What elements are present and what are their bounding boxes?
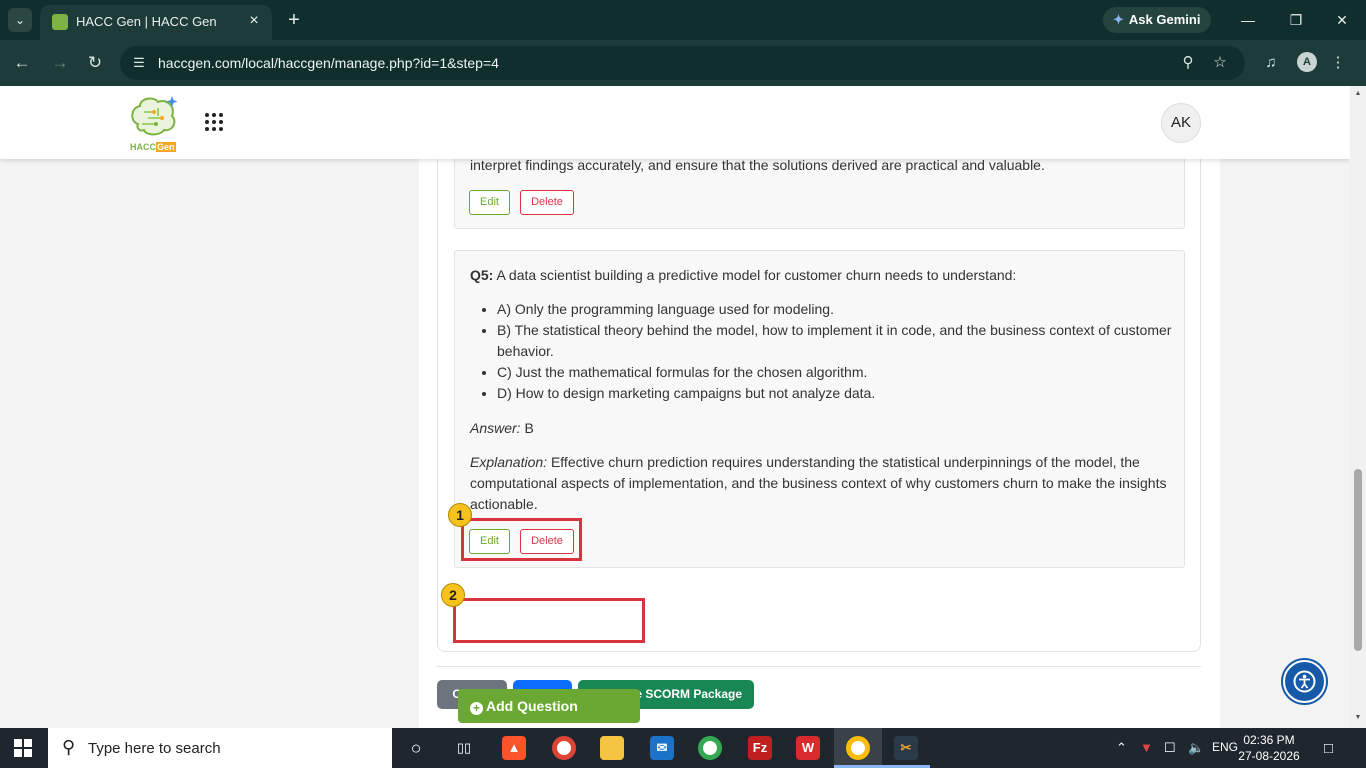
- zoom-icon[interactable]: ⚲: [1178, 53, 1198, 73]
- question-text: Q5: A data scientist building a predicti…: [470, 265, 1170, 286]
- ask-gemini-button[interactable]: ✦ Ask Gemini: [1103, 7, 1211, 33]
- question-stem: A data scientist building a predictive m…: [493, 267, 1017, 283]
- tab-close-icon[interactable]: ×: [244, 11, 264, 31]
- browser-tab[interactable]: HACC Gen | HACC Gen ×: [40, 5, 272, 40]
- task-view-icon[interactable]: ▯▯: [452, 736, 476, 760]
- questions-panel: interpret findings accurately, and ensur…: [437, 86, 1201, 652]
- search-icon: ⚲: [62, 737, 76, 757]
- new-tab-plus-icon[interactable]: +: [282, 8, 306, 32]
- apps-grid-icon[interactable]: [205, 113, 225, 133]
- network-icon[interactable]: ☐: [1164, 740, 1176, 756]
- site-header: HACCGen AK: [0, 86, 1350, 159]
- scroll-up-icon[interactable]: ▲: [1354, 90, 1362, 97]
- highlight-box-1: [461, 518, 582, 561]
- brain-circuit-icon: [131, 96, 178, 136]
- question-number: Q5:: [470, 267, 494, 283]
- answer-options: A) Only the programming language used fo…: [482, 299, 1172, 404]
- window-close-icon[interactable]: ✕: [1330, 8, 1354, 32]
- clock-time: 02:36 PM: [1243, 733, 1295, 747]
- browser-menu-icon[interactable]: ⋮: [1328, 53, 1348, 73]
- explanation-block: Explanation: Effective churn prediction …: [470, 452, 1170, 515]
- clock-date: 27-08-2026: [1238, 749, 1300, 763]
- accessibility-icon[interactable]: [1283, 660, 1326, 703]
- option-b: B) The statistical theory behind the mod…: [497, 320, 1172, 362]
- url-text[interactable]: haccgen.com/local/haccgen/manage.php?id=…: [158, 55, 499, 71]
- wps-office-icon[interactable]: W: [796, 736, 820, 760]
- scroll-thumb[interactable]: [1354, 469, 1362, 651]
- file-explorer-icon[interactable]: [600, 736, 624, 760]
- brave-browser-icon[interactable]: ▲: [502, 736, 526, 760]
- bookmark-star-icon[interactable]: ☆: [1210, 53, 1230, 73]
- option-d: D) How to design marketing campaigns but…: [497, 383, 1172, 404]
- windows-start-icon[interactable]: [14, 739, 32, 757]
- back-arrow-icon[interactable]: ←: [10, 51, 34, 75]
- tray-app-icon[interactable]: ▼: [1140, 740, 1153, 755]
- cortana-circle-icon[interactable]: ○: [404, 736, 428, 760]
- answer-value: B: [520, 420, 534, 436]
- user-avatar[interactable]: AK: [1161, 103, 1201, 143]
- notifications-icon[interactable]: □: [1324, 740, 1333, 757]
- scroll-down-icon[interactable]: ▼: [1354, 714, 1362, 721]
- ask-gemini-label: Ask Gemini: [1128, 12, 1201, 27]
- site-settings-icon[interactable]: ☰: [130, 54, 148, 72]
- snipping-tool-icon[interactable]: ✂: [894, 736, 918, 760]
- explanation-label: Explanation:: [470, 454, 548, 470]
- windows-taskbar: ⚲ Type here to search ○ ▯▯ ▲ ✉ Fz W ✂ ⌃ …: [0, 728, 1366, 768]
- taskbar-search-box[interactable]: ⚲ Type here to search: [48, 728, 392, 768]
- answer-label: Answer:: [470, 420, 521, 436]
- profile-avatar[interactable]: A: [1297, 52, 1317, 72]
- filezilla-icon[interactable]: Fz: [748, 736, 772, 760]
- tray-chevron-icon[interactable]: ⌃: [1116, 740, 1127, 756]
- haccgen-logo[interactable]: HACCGen: [128, 94, 180, 152]
- add-question-manually-button[interactable]: +Add Question Manually: [458, 689, 640, 723]
- restore-icon[interactable]: ❐: [1284, 8, 1308, 32]
- minimize-icon[interactable]: —: [1236, 8, 1260, 32]
- edit-button-previous[interactable]: Edit: [469, 190, 510, 215]
- tab-title: HACC Gen | HACC Gen: [76, 14, 217, 29]
- explanation-text: Effective churn prediction requires unde…: [470, 454, 1167, 512]
- chrome-icon[interactable]: [552, 736, 576, 760]
- web-page: HACCGen AK interpret findings accurately…: [0, 86, 1350, 728]
- answer-line: Answer: B: [470, 418, 1170, 439]
- taskbar-clock[interactable]: 02:36 PM 27-08-2026: [1234, 732, 1304, 764]
- option-c: C) Just the mathematical formulas for th…: [497, 362, 1172, 383]
- page-scrollbar[interactable]: ▲ ▼: [1350, 86, 1366, 728]
- delete-button-previous[interactable]: Delete: [520, 190, 574, 215]
- mail-icon[interactable]: ✉: [650, 736, 674, 760]
- media-controls-icon[interactable]: ♫: [1261, 53, 1281, 73]
- site-favicon-icon: [52, 14, 68, 30]
- step-badge-1: 1: [448, 503, 472, 527]
- address-bar[interactable]: ☰ haccgen.com/local/haccgen/manage.php?i…: [120, 46, 1245, 80]
- plus-circle-icon: +: [470, 702, 483, 715]
- tab-search-chevron-icon[interactable]: ⌄: [8, 8, 32, 32]
- chrome-profile-icon[interactable]: [698, 736, 722, 760]
- option-a: A) Only the programming language used fo…: [497, 299, 1172, 320]
- step-badge-2: 2: [441, 583, 465, 607]
- taskbar-search-placeholder[interactable]: Type here to search: [88, 740, 221, 757]
- browser-tabbar: ⌄ HACC Gen | HACC Gen × + ✦ Ask Gemini — …: [0, 0, 1366, 40]
- forward-arrow-icon[interactable]: →: [48, 51, 72, 75]
- chrome-active-icon[interactable]: [846, 736, 870, 760]
- highlight-box-2: [453, 598, 645, 643]
- volume-icon[interactable]: 🔈: [1188, 740, 1204, 756]
- reload-icon[interactable]: ↻: [83, 51, 107, 75]
- gemini-sparkle-icon: ✦: [1113, 12, 1124, 27]
- actions-divider: [437, 666, 1201, 667]
- browser-toolbar: ← → ↻ ☰ haccgen.com/local/haccgen/manage…: [0, 40, 1366, 86]
- logo-wordmark: HACCGen: [130, 142, 176, 152]
